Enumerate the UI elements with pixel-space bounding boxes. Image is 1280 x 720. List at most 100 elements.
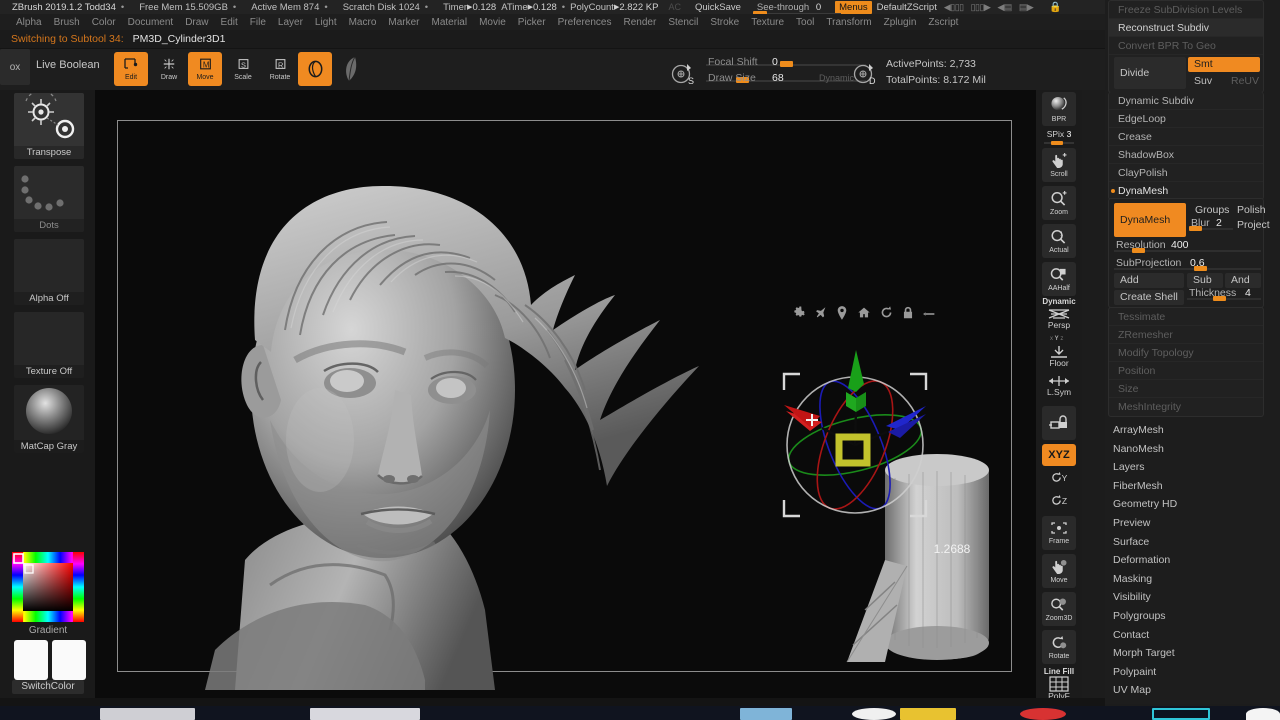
tool-menu-item-texture-map[interactable]: Texture Map <box>1113 700 1171 704</box>
zscript-save-icon[interactable]: ▤▶ <box>1019 2 1034 13</box>
tool-menu-item-masking[interactable]: Masking <box>1113 570 1152 588</box>
dynamesh-button[interactable]: DynaMesh <box>1114 203 1186 237</box>
dynamic-label[interactable]: Dynamic <box>819 73 854 83</box>
tool-menu-item-nanomesh[interactable]: NanoMesh <box>1113 440 1164 458</box>
alpha-slot[interactable]: Alpha Off <box>14 239 84 305</box>
menu-item-document[interactable]: Document <box>122 17 180 28</box>
canvas[interactable]: 1.2688 <box>95 90 1036 698</box>
tool-menu-item-deformation[interactable]: Deformation <box>1113 551 1170 569</box>
sub-button[interactable]: Sub <box>1187 273 1223 288</box>
taskbar-icon-3[interactable] <box>900 708 956 720</box>
actual-size-button[interactable]: 1 Actual <box>1042 224 1076 258</box>
zscript-name[interactable]: DefaultZScript <box>877 2 937 13</box>
menu-item-zplugin[interactable]: Zplugin <box>878 17 923 28</box>
lock-icon[interactable] <box>902 306 914 322</box>
menu-item-macro[interactable]: Macro <box>343 17 383 28</box>
spix-slider[interactable]: SPix 3 <box>1036 129 1082 139</box>
tool-menu-item-morph-target[interactable]: Morph Target <box>1113 644 1175 662</box>
tool-menu-item-visibility[interactable]: Visibility <box>1113 588 1151 606</box>
resolution-slider[interactable]: Resolution 400 <box>1114 239 1261 253</box>
menu-item-stroke[interactable]: Stroke <box>704 17 745 28</box>
frame-button[interactable]: Frame <box>1042 516 1076 550</box>
menu-item-picker[interactable]: Picker <box>512 17 552 28</box>
menu-item-tool[interactable]: Tool <box>790 17 820 28</box>
line-fill-label[interactable]: Line Fill <box>1036 667 1082 676</box>
dynamic-persp-label[interactable]: Dynamic <box>1036 297 1082 306</box>
section-zremesher[interactable]: ZRemesher <box>1109 326 1263 344</box>
section-meshintegrity[interactable]: MeshIntegrity <box>1109 398 1263 416</box>
reconstruct-subdiv-row[interactable]: Reconstruct Subdiv <box>1109 19 1263 37</box>
menu-item-preferences[interactable]: Preferences <box>552 17 618 28</box>
menu-item-color[interactable]: Color <box>86 17 122 28</box>
subprojection-slider[interactable]: SubProjection 0.6 <box>1114 257 1261 271</box>
color-swatches[interactable] <box>14 640 86 680</box>
and-button[interactable]: And <box>1225 273 1261 288</box>
tool-menu-item-preview[interactable]: Preview <box>1113 514 1150 532</box>
convert-bpr-row[interactable]: Convert BPR To Geo <box>1109 37 1263 55</box>
smt-button[interactable]: Smt <box>1188 57 1260 72</box>
taskbar-icon-1[interactable] <box>740 708 792 720</box>
see-through-slider[interactable]: See-through 0 <box>752 2 841 16</box>
section-size[interactable]: Size <box>1109 380 1263 398</box>
section-crease[interactable]: Crease <box>1109 128 1263 146</box>
menu-item-alpha[interactable]: Alpha <box>10 17 48 28</box>
edit-button[interactable]: Edit <box>114 52 148 86</box>
draw-size-navball-icon[interactable]: D <box>852 60 878 86</box>
menu-item-zscript[interactable]: Zscript <box>922 17 964 28</box>
stroke-thumbnail[interactable] <box>335 53 367 85</box>
tool-menu-item-layers[interactable]: Layers <box>1113 458 1145 476</box>
local-transform-button[interactable] <box>1042 406 1076 440</box>
zoom3d-button[interactable]: Zoom3D <box>1042 592 1076 626</box>
rotate-button[interactable]: R Rotate <box>263 52 297 86</box>
rotate-canvas-button[interactable]: Rotate <box>1042 630 1076 664</box>
tool-menu-item-geometry-hd[interactable]: Geometry HD <box>1113 495 1177 513</box>
section-dynamic-subdiv[interactable]: Dynamic Subdiv <box>1109 92 1263 110</box>
menu-item-transform[interactable]: Transform <box>820 17 877 28</box>
menu-item-texture[interactable]: Texture <box>745 17 790 28</box>
polish-button[interactable]: Polish <box>1231 203 1267 217</box>
gizmo-toolbar[interactable] <box>792 305 935 323</box>
taskbar-icon-6[interactable] <box>1246 708 1280 720</box>
section-claypolish[interactable]: ClayPolish <box>1109 164 1263 182</box>
move-button[interactable]: M Move <box>188 52 222 86</box>
marker-icon[interactable] <box>836 305 848 323</box>
menu-item-brush[interactable]: Brush <box>48 17 86 28</box>
tool-menu-item-fibermesh[interactable]: FiberMesh <box>1113 477 1163 495</box>
switchcolor-button[interactable]: SwitchColor <box>12 680 84 694</box>
z-axis-button[interactable]: Z <box>1036 495 1082 506</box>
section-tessimate[interactable]: Tessimate <box>1109 308 1263 326</box>
menu-item-render[interactable]: Render <box>618 17 663 28</box>
gear-icon[interactable] <box>792 306 805 322</box>
divide-button[interactable]: Divide <box>1114 57 1186 89</box>
primary-color-swatch[interactable] <box>14 640 48 680</box>
live-boolean-button[interactable]: Live Boolean <box>36 59 100 71</box>
pin-icon[interactable] <box>814 306 827 322</box>
menu-item-stencil[interactable]: Stencil <box>662 17 704 28</box>
freeze-subdivision-row[interactable]: Freeze SubDivision Levels <box>1109 1 1263 19</box>
taskbar-icon-4[interactable] <box>1020 708 1066 720</box>
focal-shift-knob[interactable] <box>780 61 793 67</box>
scroll-button[interactable]: Scroll <box>1042 148 1076 182</box>
spix-knob[interactable] <box>1051 141 1063 145</box>
xyz-button[interactable]: XYZ <box>1042 444 1076 466</box>
tool-menu-item-contact[interactable]: Contact <box>1113 626 1149 644</box>
section-shadowbox[interactable]: ShadowBox <box>1109 146 1263 164</box>
create-shell-button[interactable]: Create Shell <box>1114 290 1184 305</box>
texture-slot[interactable]: Texture Off <box>14 312 84 378</box>
menu-item-draw[interactable]: Draw <box>179 17 214 28</box>
section-edgeloop[interactable]: EdgeLoop <box>1109 110 1263 128</box>
brush-button[interactable] <box>298 52 332 86</box>
menu-item-file[interactable]: File <box>244 17 272 28</box>
menu-item-edit[interactable]: Edit <box>215 17 244 28</box>
gradient-label[interactable]: Gradient <box>12 625 84 636</box>
tool-menu-item-uv-map[interactable]: UV Map <box>1113 681 1151 699</box>
transpose-brush-slot[interactable]: Transpose <box>14 93 84 159</box>
taskbar-window-2[interactable] <box>310 708 420 720</box>
menu-item-material[interactable]: Material <box>426 17 474 28</box>
lock-icon[interactable]: 🔒 <box>1049 2 1061 13</box>
color-picker[interactable] <box>12 552 84 622</box>
scale-button[interactable]: S Scale <box>226 52 260 86</box>
transform-gizmo[interactable] <box>760 350 950 540</box>
floor-axes-toggles[interactable]: x Y z <box>1050 336 1063 342</box>
groups-button[interactable]: Groups <box>1189 203 1233 217</box>
